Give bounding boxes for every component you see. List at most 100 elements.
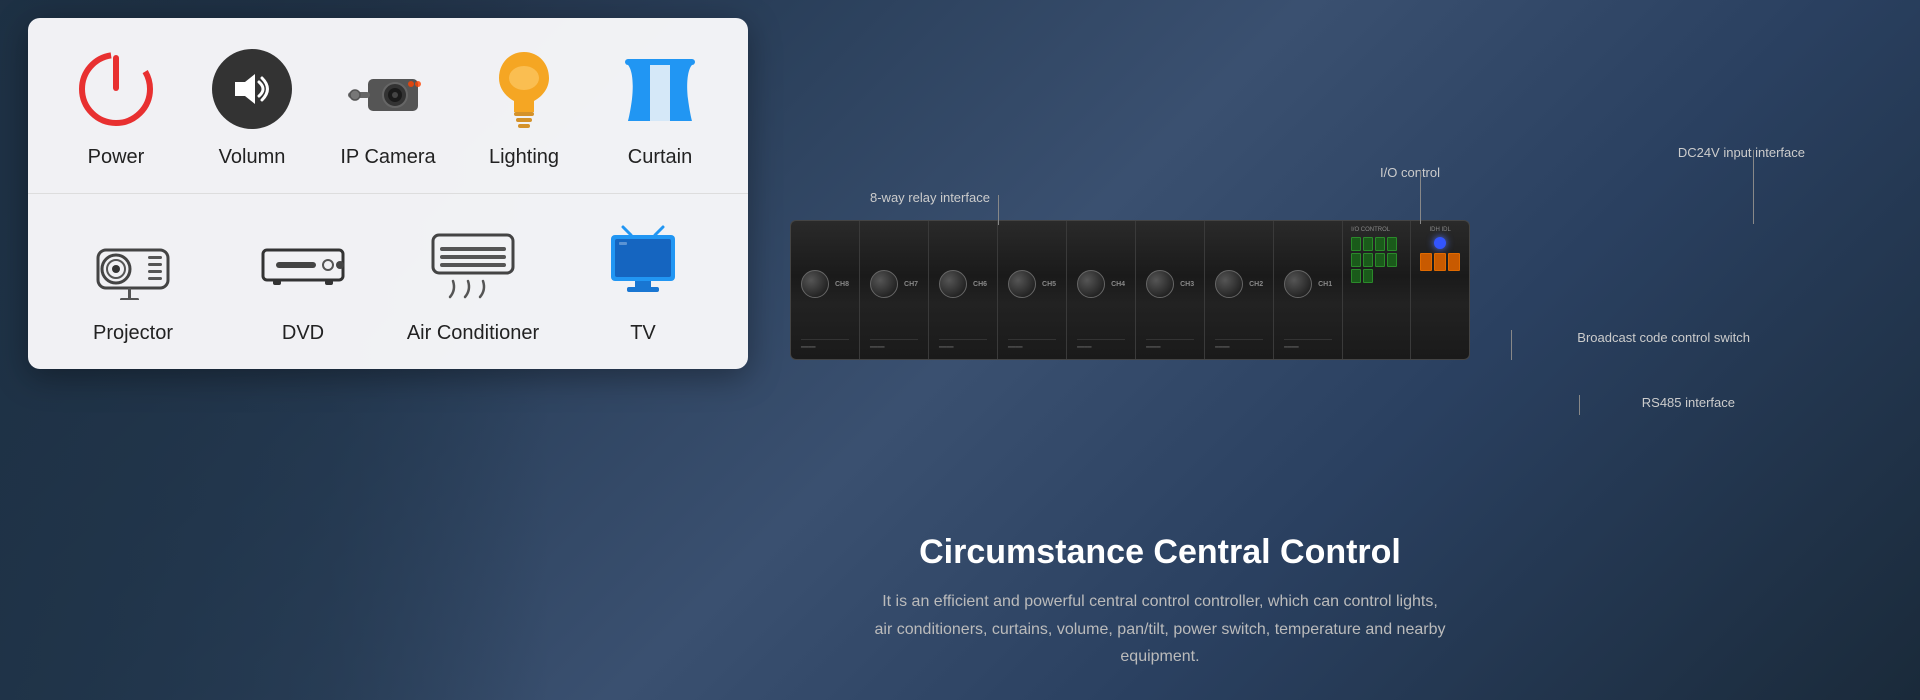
ioh-idl-label: IDH IDL [1429, 227, 1450, 233]
orange-terminals [1420, 253, 1460, 271]
ch2-knob [1215, 270, 1243, 298]
io-line [1420, 170, 1421, 224]
power-icon-wrapper [71, 44, 161, 134]
ch8-bottom: ━━━━ [801, 339, 849, 351]
curtain-label: Curtain [628, 146, 692, 169]
control-card: Power Volumn [28, 18, 748, 369]
ch3-knob [1146, 270, 1174, 298]
ch4-label: CH4 [1111, 281, 1125, 288]
right-section: IDH IDL [1411, 221, 1469, 359]
dvd-icon-wrapper [258, 220, 348, 310]
power-label: Power [88, 146, 145, 169]
relay-label: 8-way relay interface [870, 190, 990, 205]
card-item-projector[interactable]: Projector [48, 212, 218, 359]
channel-ch5: CH5 ━━━━ [998, 221, 1067, 359]
terminal-pin [1351, 253, 1361, 267]
card-item-ac[interactable]: Air Conditioner [388, 212, 558, 359]
tv-icon [603, 225, 683, 305]
card-item-camera[interactable]: IP Camera [320, 36, 456, 183]
channel-ch7: CH7 ━━━━ [860, 221, 929, 359]
ch7-bottom: ━━━━ [870, 339, 918, 351]
dc24v-label: DC24V input interface [1678, 145, 1805, 160]
broadcast-label: Broadcast code control switch [1577, 330, 1750, 345]
channel-ch3: CH3 ━━━━ [1136, 221, 1205, 359]
power-led [1434, 237, 1446, 249]
main-title: Circumstance Central Control [740, 533, 1580, 572]
hardware-device: CH8 ━━━━ CH7 ━━━━ CH6 ━━━━ CH5 [790, 220, 1470, 360]
ch6-label: CH6 [973, 281, 987, 288]
ch2-label: CH2 [1249, 281, 1263, 288]
io-section: I/O CONTROL [1343, 221, 1411, 359]
projector-icon-wrapper [88, 220, 178, 310]
ch1-knob [1284, 270, 1312, 298]
card-item-lighting[interactable]: Lighting [456, 36, 592, 183]
ch5-knob [1008, 270, 1036, 298]
channel-ch1: CH1 ━━━━ [1274, 221, 1343, 359]
ch2-bottom: ━━━━ [1215, 339, 1263, 351]
dc24v-line [1753, 150, 1754, 224]
text-section: Circumstance Central Control It is an ef… [740, 533, 1580, 670]
io-label: I/O control [1380, 165, 1440, 180]
terminal-pin [1363, 253, 1373, 267]
card-item-curtain[interactable]: Curtain [592, 36, 728, 183]
ch8-label: CH8 [835, 281, 849, 288]
card-item-volume[interactable]: Volumn [184, 36, 320, 183]
curtain-icon-wrapper [615, 44, 705, 134]
terminal-pin [1387, 253, 1397, 267]
main-description: It is an efficient and powerful central … [740, 588, 1580, 670]
relay-line [998, 195, 999, 225]
volume-icon-wrapper [207, 44, 297, 134]
ch6-bottom: ━━━━ [939, 339, 987, 351]
terminal-pin [1351, 269, 1361, 283]
terminal-strip-1 [1351, 237, 1402, 283]
projector-icon [88, 230, 178, 300]
terminal-pin [1387, 237, 1397, 251]
card-item-power[interactable]: Power [48, 36, 184, 183]
terminal-pin [1375, 237, 1385, 251]
rs485-line [1579, 395, 1580, 415]
ch3-label: CH3 [1180, 281, 1194, 288]
camera-icon-wrapper [343, 44, 433, 134]
ch5-bottom: ━━━━ [1008, 339, 1056, 351]
tv-label: TV [630, 322, 656, 345]
dvd-icon [258, 235, 348, 295]
projector-label: Projector [93, 322, 173, 345]
rs485-label: RS485 interface [1642, 395, 1735, 410]
dvd-label: DVD [282, 322, 324, 345]
lighting-icon-wrapper [479, 44, 569, 134]
curtain-icon [620, 49, 700, 129]
ch3-bottom: ━━━━ [1146, 339, 1194, 351]
tv-icon-wrapper [598, 220, 688, 310]
channel-ch2: CH2 ━━━━ [1205, 221, 1274, 359]
device-chassis: CH8 ━━━━ CH7 ━━━━ CH6 ━━━━ CH5 [790, 220, 1470, 360]
channel-ch8: CH8 ━━━━ [791, 221, 860, 359]
ch1-bottom: ━━━━ [1284, 339, 1332, 351]
ch6-knob [939, 270, 967, 298]
volume-label: Volumn [219, 146, 286, 169]
power-icon [76, 49, 156, 129]
terminal-pin [1375, 253, 1385, 267]
ac-label: Air Conditioner [407, 322, 539, 345]
ch1-label: CH1 [1318, 281, 1332, 288]
lighting-label: Lighting [489, 146, 559, 169]
terminal-pin [1351, 237, 1361, 251]
card-item-dvd[interactable]: DVD [218, 212, 388, 359]
volume-circle [212, 49, 292, 129]
orange-pin-3 [1448, 253, 1460, 271]
card-item-tv[interactable]: TV [558, 212, 728, 359]
ch7-label: CH7 [904, 281, 918, 288]
channel-ch6: CH6 ━━━━ [929, 221, 998, 359]
orange-pin-2 [1434, 253, 1446, 271]
ch4-bottom: ━━━━ [1077, 339, 1125, 351]
card-row-2: Projector DVD [28, 193, 748, 369]
channel-ch4: CH4 ━━━━ [1067, 221, 1136, 359]
camera-label: IP Camera [340, 146, 435, 169]
terminal-pin [1363, 269, 1373, 283]
ch5-label: CH5 [1042, 281, 1056, 288]
orange-pin-1 [1420, 253, 1432, 271]
lighting-icon [489, 44, 559, 134]
ch4-knob [1077, 270, 1105, 298]
ch7-knob [870, 270, 898, 298]
ac-icon-wrapper [428, 220, 518, 310]
terminal-pin [1363, 237, 1373, 251]
